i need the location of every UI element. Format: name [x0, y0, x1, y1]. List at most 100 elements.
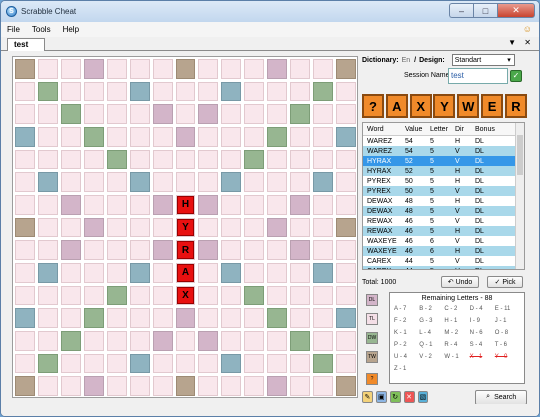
board-cell[interactable] [244, 217, 265, 238]
board-cell[interactable] [267, 376, 288, 396]
column-header[interactable]: Letter [430, 126, 455, 133]
board-cell[interactable]: A [175, 262, 196, 283]
board-cell[interactable] [37, 262, 58, 283]
board-cell[interactable] [83, 240, 104, 260]
open-icon[interactable]: ✎ [362, 391, 373, 403]
board-cell[interactable] [129, 308, 150, 328]
board-cell[interactable] [152, 330, 173, 351]
board-cell[interactable] [290, 217, 311, 238]
board-cell[interactable] [37, 217, 58, 238]
board-cell[interactable] [336, 81, 356, 102]
board-cell[interactable] [152, 308, 173, 328]
board-cell[interactable]: X [175, 285, 196, 306]
board-cell[interactable] [267, 240, 288, 260]
board-cell[interactable] [15, 149, 35, 170]
board-cell[interactable] [15, 240, 35, 260]
board-cell[interactable] [37, 353, 58, 374]
board-cell[interactable] [290, 376, 311, 396]
board-cell[interactable] [60, 262, 81, 283]
board-cell[interactable] [60, 81, 81, 102]
table-row[interactable]: REWAX 46 5 H DL [363, 226, 524, 236]
board-cell[interactable] [15, 330, 35, 351]
board-cell[interactable] [129, 240, 150, 260]
board-cell[interactable] [106, 330, 127, 351]
board-cell[interactable] [244, 285, 265, 306]
board-cell[interactable] [267, 353, 288, 374]
board-cell[interactable] [37, 149, 58, 170]
board-cell[interactable] [37, 59, 58, 79]
board-cell[interactable] [175, 172, 196, 192]
board-cell[interactable] [221, 376, 242, 396]
board-cell[interactable] [129, 330, 150, 351]
board-cell[interactable] [336, 330, 356, 351]
board-cell[interactable] [244, 240, 265, 260]
column-header[interactable]: Value [405, 126, 430, 133]
board-cell[interactable]: Y [175, 217, 196, 238]
board-cell[interactable] [198, 81, 219, 102]
board-cell[interactable] [198, 262, 219, 283]
board-cell[interactable] [15, 172, 35, 192]
board-cell[interactable] [106, 172, 127, 192]
board-cell[interactable] [106, 81, 127, 102]
board-cell[interactable] [244, 126, 265, 147]
confirm-session-button[interactable]: ✓ [510, 70, 522, 82]
board-cell[interactable] [221, 217, 242, 238]
help-icon[interactable]: ? [366, 373, 378, 385]
board-cell[interactable] [37, 330, 58, 351]
board-cell[interactable] [152, 353, 173, 374]
board-cell[interactable] [129, 149, 150, 170]
rack-tile[interactable]: Y [433, 94, 456, 118]
rack-tile[interactable]: X [409, 94, 432, 118]
board-cell[interactable] [106, 353, 127, 374]
board-cell[interactable] [221, 194, 242, 215]
table-row[interactable]: PYREX 50 5 V DL [363, 186, 524, 196]
board-cell[interactable] [60, 172, 81, 192]
board-cell[interactable] [313, 376, 334, 396]
maximize-button[interactable]: □ [473, 3, 497, 18]
board-cell[interactable] [244, 104, 265, 124]
board-cell[interactable] [83, 172, 104, 192]
board-cell[interactable] [198, 376, 219, 396]
board-cell[interactable] [175, 308, 196, 328]
board-cell[interactable] [221, 262, 242, 283]
board-cell[interactable] [244, 194, 265, 215]
board-cell[interactable] [37, 285, 58, 306]
board-cell[interactable] [175, 330, 196, 351]
column-header[interactable]: Dir [455, 126, 475, 133]
board-cell[interactable] [129, 217, 150, 238]
table-row[interactable]: HYRAX 52 5 V DL [363, 156, 524, 166]
board-cell[interactable] [129, 126, 150, 147]
board-cell[interactable] [221, 81, 242, 102]
board-cell[interactable] [336, 149, 356, 170]
design-select[interactable]: Standart ▾ [451, 54, 515, 66]
board-cell[interactable] [83, 149, 104, 170]
board-cell[interactable] [152, 81, 173, 102]
board-cell[interactable] [313, 172, 334, 192]
board-cell[interactable] [60, 308, 81, 328]
board-cell[interactable] [336, 285, 356, 306]
board-cell[interactable] [313, 308, 334, 328]
board-cell[interactable] [106, 149, 127, 170]
board-tile[interactable]: A [176, 263, 195, 282]
board-cell[interactable] [15, 262, 35, 283]
board-cell[interactable] [313, 126, 334, 147]
refresh-icon[interactable]: ↻ [389, 391, 401, 403]
board-cell[interactable] [175, 149, 196, 170]
board-cell[interactable] [152, 126, 173, 147]
pick-button[interactable]: ✓ Pick [487, 276, 523, 288]
board-cell[interactable] [152, 376, 173, 396]
board-cell[interactable] [336, 353, 356, 374]
table-row[interactable]: REWAX 46 5 V DL [363, 216, 524, 226]
board-cell[interactable] [106, 308, 127, 328]
board-cell[interactable] [60, 104, 81, 124]
board-cell[interactable] [152, 217, 173, 238]
board-cell[interactable] [152, 104, 173, 124]
board-cell[interactable] [267, 59, 288, 79]
board-cell[interactable] [15, 194, 35, 215]
board-cell[interactable] [106, 59, 127, 79]
board-cell[interactable] [106, 194, 127, 215]
board-cell[interactable] [244, 262, 265, 283]
board-cell[interactable] [83, 330, 104, 351]
board-cell[interactable] [60, 285, 81, 306]
board-cell[interactable] [198, 126, 219, 147]
